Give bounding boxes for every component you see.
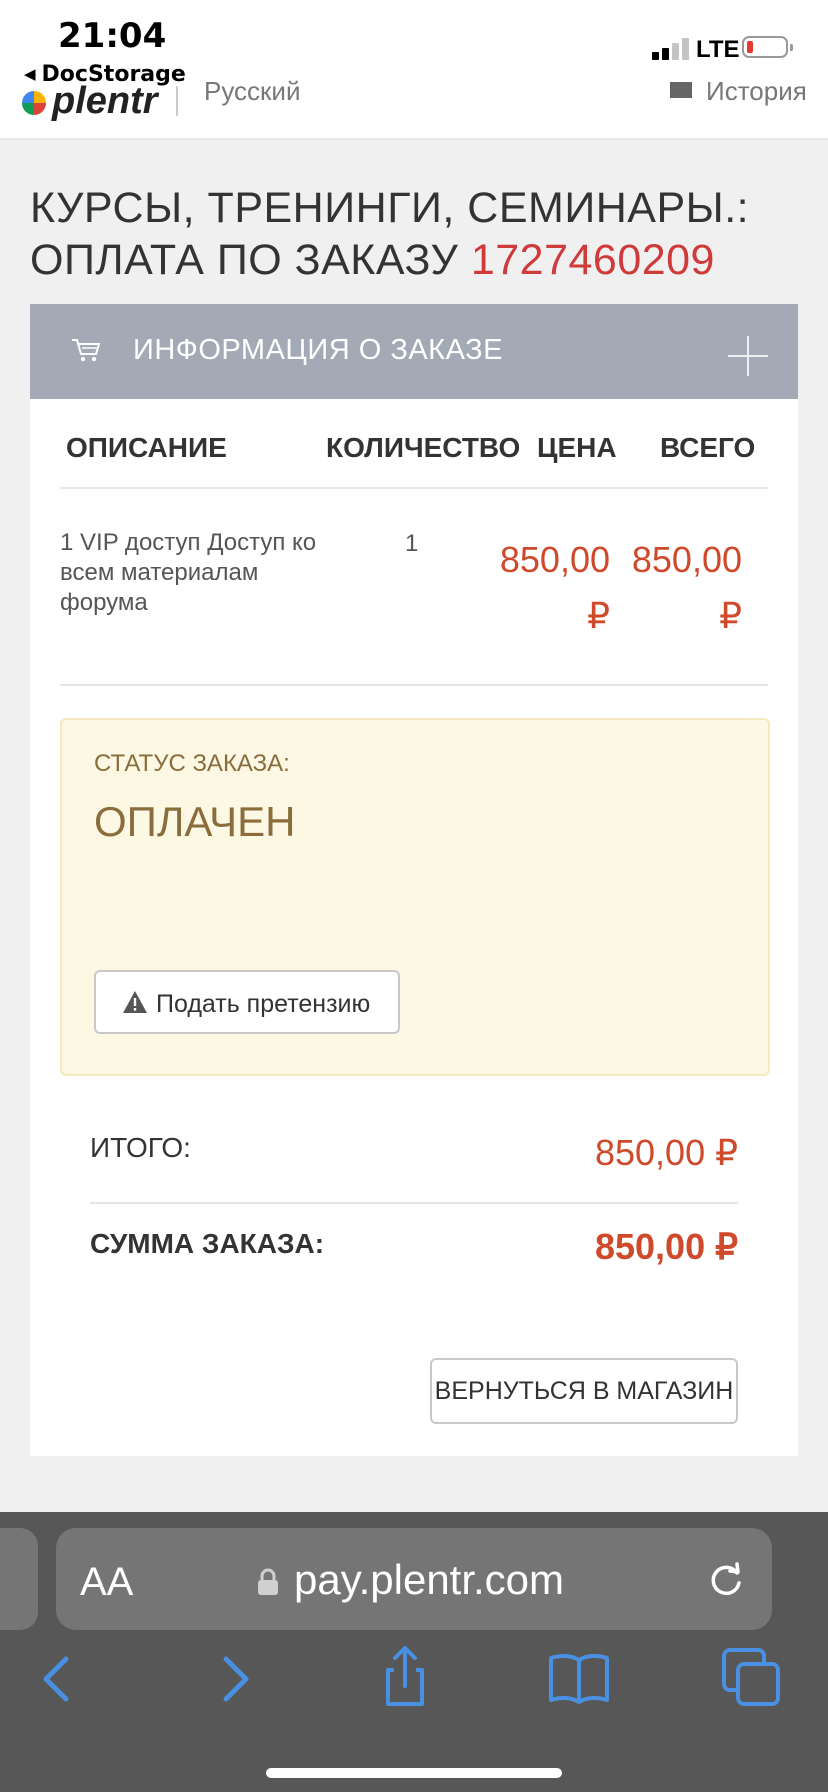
home-indicator — [266, 1768, 562, 1778]
battery-icon — [742, 36, 793, 58]
forward-arrow-icon[interactable] — [200, 1642, 270, 1712]
language-selector[interactable]: Русский — [204, 76, 300, 107]
return-to-shop-button[interactable]: ВЕРНУТЬСЯ В МАГАЗИН — [430, 1358, 738, 1424]
table-divider — [60, 684, 768, 686]
url-text: pay.plentr.com — [294, 1556, 565, 1603]
order-total-label: СУММА ЗАКАЗА: — [90, 1228, 325, 1259]
warning-icon — [123, 991, 147, 1013]
status-bar: plentr Русский История 21:04 ◀ DocStorage… — [0, 0, 828, 140]
item-quantity: 1 — [405, 530, 419, 557]
order-number: 1727460209 — [470, 236, 715, 284]
col-description: ОПИСАНИЕ — [66, 432, 227, 463]
logo-mark-icon — [22, 91, 46, 115]
text-size-button[interactable]: AA — [80, 1560, 133, 1605]
history-icon — [670, 82, 692, 98]
reload-icon[interactable] — [704, 1558, 748, 1602]
order-total-value: 850,00 ₽ — [594, 1226, 738, 1267]
back-to-app-link[interactable]: ◀ DocStorage — [24, 62, 186, 87]
summary-divider — [90, 1202, 738, 1204]
file-claim-button[interactable]: Подать претензию — [94, 970, 400, 1034]
status-label: СТАТУС ЗАКАЗА: — [94, 750, 290, 777]
status-badge: ОПЛАЧЕН — [94, 798, 296, 845]
share-icon[interactable] — [370, 1642, 440, 1712]
order-status-panel: СТАТУС ЗАКАЗА: ОПЛАЧЕН Подать претензию — [60, 718, 770, 1076]
order-info-title: ИНФОРМАЦИЯ О ЗАКАЗЕ — [133, 334, 503, 366]
col-total: ВСЕГО — [660, 432, 756, 463]
page-title: КУРСЫ, ТРЕНИНГИ, СЕМИНАРЫ.: ОПЛАТА ПО ЗА… — [30, 184, 750, 284]
network-type: LTE — [696, 36, 740, 63]
clock: 21:04 — [58, 16, 167, 56]
address-bar[interactable]: AA pay.plentr.com — [56, 1528, 772, 1630]
header-divider — [176, 86, 178, 116]
item-description: 1 VIP доступ Доступ ко всем материалам ф… — [60, 529, 317, 616]
history-link[interactable]: История — [670, 76, 807, 107]
lock-icon — [258, 1568, 278, 1595]
order-card: ИНФОРМАЦИЯ О ЗАКАЗЕ ОПИСАНИЕ КОЛИЧЕСТВО … — [30, 304, 798, 1456]
item-price: 850,00 ₽ — [499, 539, 610, 636]
col-price: ЦЕНА — [537, 432, 617, 463]
cart-icon — [72, 339, 101, 362]
browser-toolbar: AA pay.plentr.com — [0, 1512, 828, 1792]
previous-tab-preview[interactable] — [0, 1528, 38, 1630]
subtotal-value: 850,00 ₽ — [594, 1132, 738, 1173]
col-quantity: КОЛИЧЕСТВО — [326, 432, 521, 463]
order-info-header[interactable]: ИНФОРМАЦИЯ О ЗАКАЗЕ — [30, 304, 798, 399]
back-arrow-icon[interactable] — [22, 1642, 92, 1712]
back-triangle-icon: ◀ — [24, 65, 36, 83]
tabs-icon[interactable] — [718, 1642, 788, 1712]
bookmarks-icon[interactable] — [544, 1642, 614, 1712]
subtotal-label: ИТОГО: — [90, 1132, 191, 1163]
item-total: 850,00 ₽ — [631, 539, 742, 636]
signal-icon — [652, 38, 690, 60]
expand-plus-icon[interactable] — [728, 336, 768, 376]
table-divider — [60, 487, 768, 489]
